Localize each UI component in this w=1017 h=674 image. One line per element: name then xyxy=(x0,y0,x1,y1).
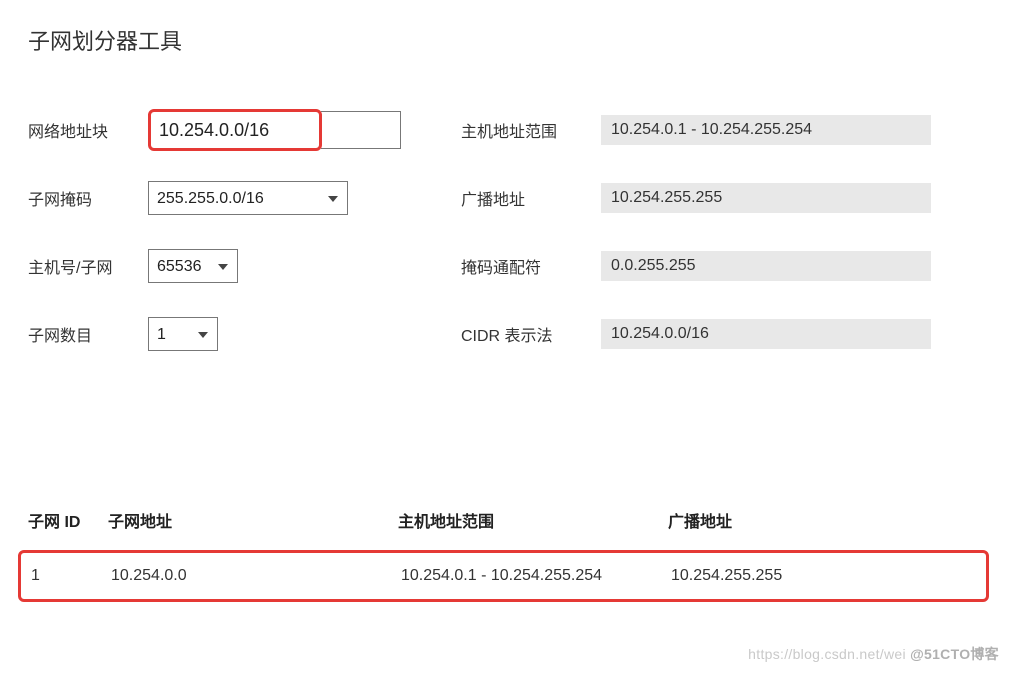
th-id: 子网 ID xyxy=(28,508,108,532)
broadcast-value: 10.254.255.255 xyxy=(601,183,931,213)
hosts-per-subnet-select[interactable]: 65536 xyxy=(148,249,238,283)
num-subnets-select[interactable]: 1 xyxy=(148,317,218,351)
num-subnets-select-wrap: 1 xyxy=(148,317,218,351)
broadcast-label: 广播地址 xyxy=(461,186,601,210)
host-range-label: 主机地址范围 xyxy=(461,118,601,142)
host-range-value: 10.254.0.1 - 10.254.255.254 xyxy=(601,115,931,145)
cidr-label: CIDR 表示法 xyxy=(461,322,601,346)
td-bcast: 10.254.255.255 xyxy=(671,567,891,585)
table-header: 子网 ID 子网地址 主机地址范围 广播地址 xyxy=(28,508,989,550)
form-area: 网络地址块 子网掩码 255.255.0.0/16 主机号/子网 65536 xyxy=(28,96,989,368)
hosts-per-subnet-select-wrap: 65536 xyxy=(148,249,238,283)
row-subnet-mask: 子网掩码 255.255.0.0/16 xyxy=(28,164,401,232)
th-bcast: 广播地址 xyxy=(668,508,888,532)
td-id: 1 xyxy=(31,567,111,585)
row-broadcast: 广播地址 10.254.255.255 xyxy=(461,164,931,232)
subnet-table: 子网 ID 子网地址 主机地址范围 广播地址 1 10.254.0.0 10.2… xyxy=(28,508,989,602)
cidr-value: 10.254.0.0/16 xyxy=(601,319,931,349)
td-addr: 10.254.0.0 xyxy=(111,567,401,585)
row-hosts-per-subnet: 主机号/子网 65536 xyxy=(28,232,401,300)
left-column: 网络地址块 子网掩码 255.255.0.0/16 主机号/子网 65536 xyxy=(28,96,401,368)
network-block-highlight xyxy=(148,109,322,151)
watermark-bold: @51CTO博客 xyxy=(910,646,999,662)
wildcard-label: 掩码通配符 xyxy=(461,254,601,278)
network-block-label: 网络地址块 xyxy=(28,118,148,142)
wildcard-value: 0.0.255.255 xyxy=(601,251,931,281)
hosts-per-subnet-label: 主机号/子网 xyxy=(28,254,148,278)
row-network-block: 网络地址块 xyxy=(28,96,401,164)
th-addr: 子网地址 xyxy=(108,508,398,532)
network-block-input-extension xyxy=(321,111,401,149)
td-range: 10.254.0.1 - 10.254.255.254 xyxy=(401,567,671,585)
subnet-mask-select-wrap: 255.255.0.0/16 xyxy=(148,181,348,215)
row-wildcard: 掩码通配符 0.0.255.255 xyxy=(461,232,931,300)
network-block-input[interactable] xyxy=(155,114,315,146)
th-range: 主机地址范围 xyxy=(398,508,668,532)
watermark: https://blog.csdn.net/wei @51CTO博客 xyxy=(748,644,999,664)
watermark-faint: https://blog.csdn.net/wei xyxy=(748,646,910,662)
right-column: 主机地址范围 10.254.0.1 - 10.254.255.254 广播地址 … xyxy=(461,96,931,368)
row-num-subnets: 子网数目 1 xyxy=(28,300,401,368)
page-title: 子网划分器工具 xyxy=(28,24,989,56)
num-subnets-label: 子网数目 xyxy=(28,322,148,346)
subnet-mask-label: 子网掩码 xyxy=(28,186,148,210)
row-cidr: CIDR 表示法 10.254.0.0/16 xyxy=(461,300,931,368)
row-host-range: 主机地址范围 10.254.0.1 - 10.254.255.254 xyxy=(461,96,931,164)
subnet-mask-select[interactable]: 255.255.0.0/16 xyxy=(148,181,348,215)
table-row: 1 10.254.0.0 10.254.0.1 - 10.254.255.254… xyxy=(18,550,989,602)
